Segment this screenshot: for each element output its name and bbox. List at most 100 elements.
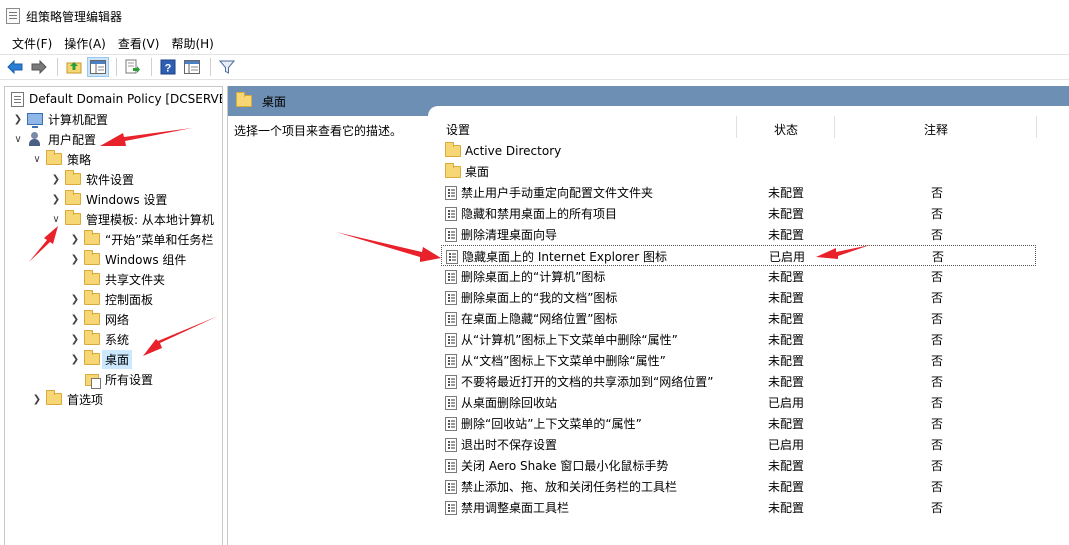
table-row[interactable]: 删除桌面上的“计算机”图标 未配置 否 — [441, 266, 1036, 287]
column-header-comment[interactable]: 注释 — [924, 118, 948, 140]
policy-setting-icon — [445, 332, 457, 347]
folder-icon — [84, 270, 100, 285]
chevron-down-icon[interactable]: ∨ — [49, 212, 63, 226]
policy-setting-icon — [445, 374, 457, 389]
table-row[interactable]: 删除“回收站”上下文菜单的“属性” 未配置 否 — [441, 413, 1036, 434]
chevron-right-icon[interactable]: ❯ — [11, 112, 25, 126]
chevron-right-icon[interactable]: ❯ — [68, 232, 82, 246]
toolbar-separator — [116, 58, 117, 76]
folder-icon — [46, 390, 62, 405]
policy-setting-icon — [446, 249, 458, 264]
folder-icon — [445, 162, 461, 178]
policy-setting-icon — [445, 353, 457, 368]
title-bar: 组策略管理编辑器 — [0, 0, 1069, 32]
policy-setting-icon — [445, 206, 457, 221]
table-row[interactable]: 删除清理桌面向导 未配置 否 — [441, 224, 1036, 245]
policy-setting-icon — [445, 227, 457, 242]
tree-item-windows-settings[interactable]: ❯ Windows 设置 — [49, 189, 167, 209]
table-row[interactable]: 隐藏和禁用桌面上的所有项目 未配置 否 — [441, 203, 1036, 224]
chevron-right-icon[interactable]: ❯ — [68, 352, 82, 366]
show-hide-tree-icon[interactable] — [87, 57, 109, 77]
column-divider[interactable] — [736, 116, 737, 138]
chevron-right-icon[interactable]: ❯ — [68, 252, 82, 266]
tree-item-network[interactable]: ❯ 网络 — [68, 309, 129, 329]
table-row[interactable]: 从桌面删除回收站 已启用 否 — [441, 392, 1036, 413]
folder-icon — [46, 150, 62, 165]
tree-item-control-panel[interactable]: ❯ 控制面板 — [68, 289, 153, 309]
table-row[interactable]: 删除桌面上的“我的文档”图标 未配置 否 — [441, 287, 1036, 308]
tree-item-shared-folders[interactable]: 共享文件夹 — [68, 269, 165, 289]
menu-help[interactable]: 帮助(H) — [165, 35, 219, 52]
policy-setting-icon — [445, 269, 457, 284]
chevron-right-icon[interactable]: ❯ — [49, 192, 63, 206]
table-row-focused[interactable]: 隐藏桌面上的 Internet Explorer 图标 已启用 否 — [441, 245, 1036, 266]
up-folder-icon[interactable] — [63, 57, 85, 77]
column-divider[interactable] — [834, 116, 835, 138]
folder-icon — [236, 92, 252, 107]
computer-icon — [27, 113, 43, 128]
tree-item-software-settings[interactable]: ❯ 软件设置 — [49, 169, 134, 189]
tree-item-admin-templates[interactable]: ∨ 管理模板: 从本地计算机 — [49, 209, 214, 229]
toolbar: ? — [0, 54, 1069, 80]
list-item-folder[interactable]: Active Directory — [441, 140, 1036, 161]
filter-icon[interactable] — [216, 57, 238, 77]
table-row[interactable]: 从“计算机”图标上下文菜单中删除“属性” 未配置 否 — [441, 329, 1036, 350]
tree-item-policies[interactable]: ∨ 策略 — [30, 149, 91, 169]
column-header-setting[interactable]: 设置 — [446, 118, 470, 140]
column-divider[interactable] — [1036, 116, 1037, 138]
chevron-right-icon[interactable]: ❯ — [49, 172, 63, 186]
chevron-down-icon[interactable]: ∨ — [30, 152, 44, 166]
table-row[interactable]: 退出时不保存设置 已启用 否 — [441, 434, 1036, 455]
tree-item-windows-components[interactable]: ❯ Windows 组件 — [68, 249, 186, 269]
folder-icon — [84, 350, 100, 365]
tree-item-user-config[interactable]: ∨ 用户配置 — [11, 129, 96, 149]
table-row[interactable]: 从“文档”图标上下文菜单中删除“属性” 未配置 否 — [441, 350, 1036, 371]
menu-bar: 文件(F) 操作(A) 查看(V) 帮助(H) — [0, 32, 1069, 54]
extended-view-icon[interactable] — [181, 57, 203, 77]
all-settings-icon — [84, 371, 101, 389]
policy-setting-icon — [445, 416, 457, 431]
policy-setting-icon — [445, 290, 457, 305]
table-row[interactable]: 在桌面上隐藏“网络位置”图标 未配置 否 — [441, 308, 1036, 329]
toolbar-separator — [151, 58, 152, 76]
policy-setting-icon — [445, 395, 457, 410]
chevron-down-icon[interactable]: ∨ — [11, 132, 25, 146]
tree-item-start-menu[interactable]: ❯ “开始”菜单和任务栏 — [68, 229, 213, 249]
folder-icon — [84, 230, 100, 245]
toolbar-separator — [210, 58, 211, 76]
export-list-icon[interactable] — [122, 57, 144, 77]
table-row[interactable]: 禁止用户手动重定向配置文件文件夹 未配置 否 — [441, 182, 1036, 203]
policy-setting-icon — [445, 500, 457, 515]
chevron-right-icon[interactable]: ❯ — [68, 312, 82, 326]
forward-icon[interactable] — [28, 57, 50, 77]
tree-item-root[interactable]: Default Domain Policy [DCSERVE — [11, 89, 222, 109]
policy-editor-app-icon — [6, 8, 20, 24]
policy-setting-icon — [445, 437, 457, 452]
chevron-right-icon[interactable]: ❯ — [68, 332, 82, 346]
table-row[interactable]: 不要将最近打开的文档的共享添加到“网络位置” 未配置 否 — [441, 371, 1036, 392]
chevron-right-icon[interactable]: ❯ — [30, 392, 44, 406]
table-row[interactable]: 禁止添加、拖、放和关闭任务栏的工具栏 未配置 否 — [441, 476, 1036, 497]
folder-icon — [445, 141, 461, 157]
tree-item-desktop[interactable]: ❯ 桌面 — [68, 349, 133, 369]
back-icon[interactable] — [4, 57, 26, 77]
extended-view-tab — [428, 106, 1069, 124]
list-item-folder[interactable]: 桌面 — [441, 161, 1036, 182]
folder-icon — [65, 210, 81, 225]
help-icon[interactable]: ? — [157, 57, 179, 77]
column-header-state[interactable]: 状态 — [774, 118, 798, 140]
chevron-right-icon[interactable]: ❯ — [68, 292, 82, 306]
table-row[interactable]: 关闭 Aero Shake 窗口最小化鼠标手势 未配置 否 — [441, 455, 1036, 476]
menu-action[interactable]: 操作(A) — [58, 35, 112, 52]
table-row[interactable]: 禁用调整桌面工具栏 未配置 否 — [441, 497, 1036, 518]
tree-item-system[interactable]: ❯ 系统 — [68, 329, 129, 349]
tree-item-preferences[interactable]: ❯ 首选项 — [30, 389, 103, 409]
toolbar-separator — [57, 58, 58, 76]
tree-item-all-settings[interactable]: 所有设置 — [68, 369, 153, 389]
detail-pane: 桌面 选择一个项目来查看它的描述。 设置 状态 注释 Active Direct… — [227, 86, 1069, 545]
menu-view[interactable]: 查看(V) — [112, 35, 166, 52]
folder-icon — [65, 190, 81, 205]
tree-item-computer-config[interactable]: ❯ 计算机配置 — [11, 109, 108, 129]
menu-file[interactable]: 文件(F) — [6, 35, 58, 52]
policy-setting-icon — [445, 311, 457, 326]
